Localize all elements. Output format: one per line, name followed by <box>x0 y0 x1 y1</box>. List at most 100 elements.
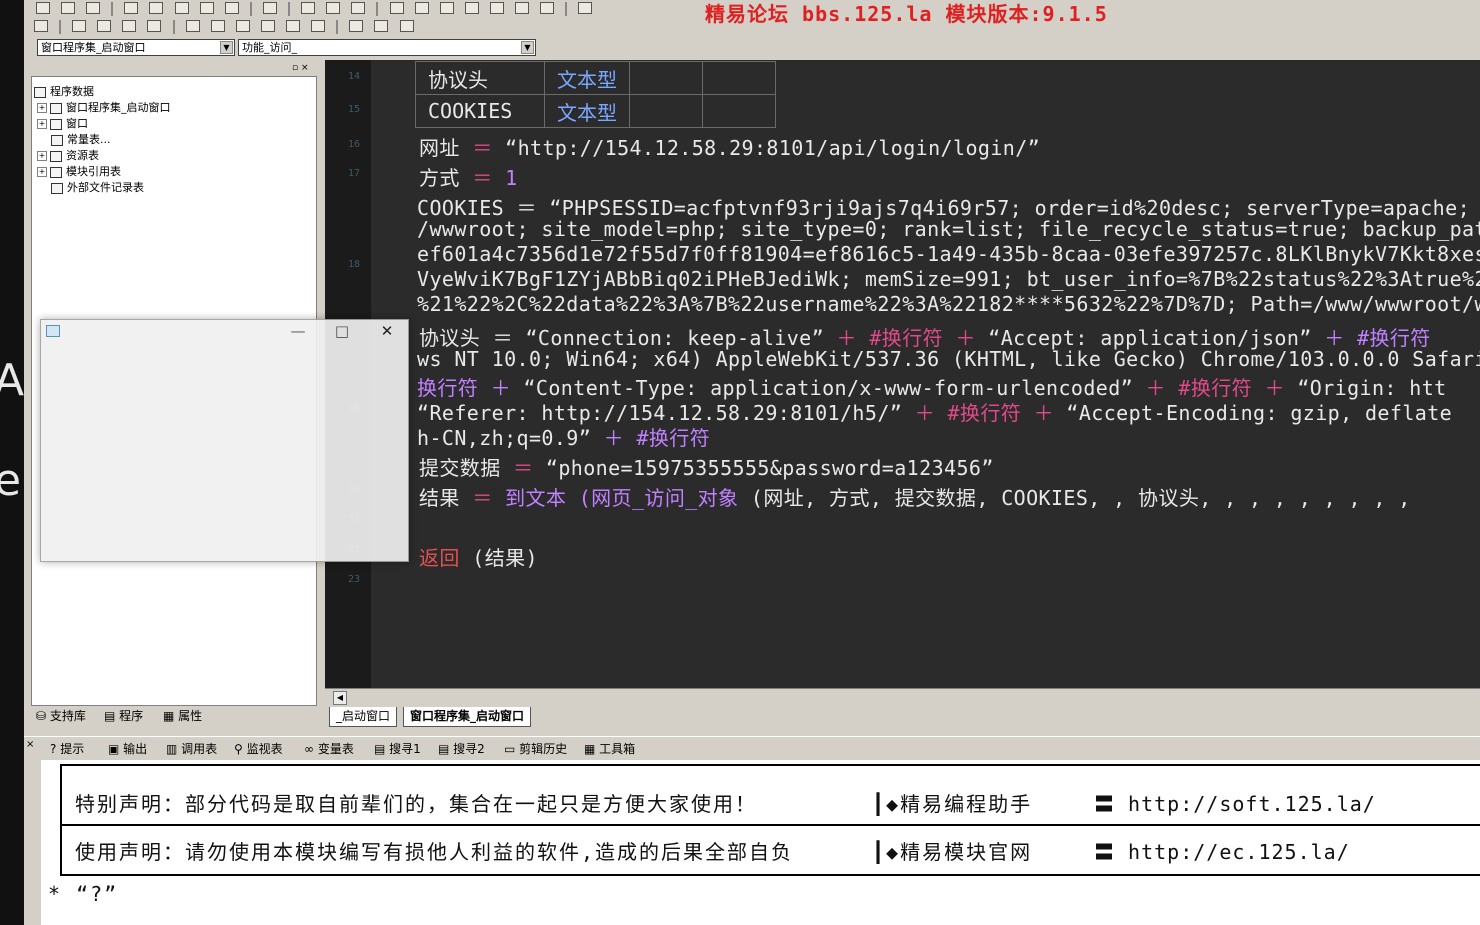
binoculars-icon[interactable] <box>578 2 593 14</box>
align-icon[interactable] <box>235 20 250 32</box>
panel-close-icon[interactable]: × <box>301 63 309 73</box>
open-icon[interactable] <box>61 2 76 14</box>
align-icon[interactable] <box>260 20 275 32</box>
search-icon: ⚲ <box>234 742 247 756</box>
tab-toolbox[interactable]: ▦ 工具箱 <box>584 741 635 757</box>
new-icon[interactable] <box>36 2 50 14</box>
tab-support-library[interactable]: ⛁ 支持库 <box>36 706 86 726</box>
copy-icon[interactable] <box>149 2 164 14</box>
layout-icon[interactable] <box>301 2 316 14</box>
separator <box>288 2 291 16</box>
tab-program[interactable]: ▤ 程序 <box>104 706 143 726</box>
floating-window[interactable]: — □ ✕ <box>40 319 409 562</box>
code-line-result[interactable]: 结果 ＝ 到文本 (网页_访问_对象 (网址, 方式, 提交数据, COOKIE… <box>419 482 1411 511</box>
desktop-glyph: A <box>0 355 25 406</box>
align-icon[interactable] <box>210 20 225 32</box>
redo-icon[interactable] <box>224 2 239 14</box>
cut-icon[interactable] <box>124 2 139 14</box>
tree-item-constants[interactable]: 常量表... <box>51 132 111 147</box>
minimize-button[interactable]: — <box>287 322 309 340</box>
step-icon[interactable] <box>514 2 529 14</box>
undo-icon[interactable] <box>199 2 214 14</box>
panel-close-icon[interactable]: × <box>26 737 34 753</box>
paste-icon[interactable] <box>174 2 189 14</box>
var-cell <box>629 61 703 95</box>
code-token: “Accept-Encoding: gzip, deflate <box>1053 401 1453 425</box>
code-line-headers[interactable]: h-CN,zh;q=0.9” ＋ #换行符 <box>417 422 710 451</box>
step-icon[interactable] <box>439 2 454 14</box>
tree-item-window[interactable]: + 窗口 <box>37 116 88 131</box>
tab-tips[interactable]: ? 提示 <box>50 741 84 757</box>
code-line-headers[interactable]: ws NT 10.0; Win64; x64) AppleWebKit/537.… <box>417 347 1480 371</box>
align-icon[interactable] <box>286 20 301 32</box>
chevron-down-icon[interactable]: ▼ <box>521 41 534 54</box>
tree-item-resources[interactable]: + 资源表 <box>37 148 99 163</box>
align-icon[interactable] <box>72 20 87 32</box>
size-icon[interactable] <box>374 20 389 32</box>
expand-icon[interactable]: + <box>37 119 47 129</box>
layout-icon[interactable] <box>326 2 341 14</box>
expand-icon[interactable]: + <box>37 151 47 161</box>
align-icon[interactable] <box>97 20 112 32</box>
class-selector[interactable]: 窗口程序集_启动窗口 ▼ <box>37 39 235 56</box>
tree-item-class[interactable]: + 窗口程序集_启动窗口 <box>37 100 171 115</box>
method-selector[interactable]: 功能_访问_ ▼ <box>238 39 536 56</box>
maximize-button[interactable]: □ <box>331 322 353 340</box>
close-button[interactable]: ✕ <box>376 322 398 340</box>
helper-url[interactable]: 〓 http://soft.125.la/ <box>1094 788 1376 817</box>
step-icon[interactable] <box>464 2 479 14</box>
scroll-left-icon[interactable]: ◀ <box>333 691 347 705</box>
tab-output[interactable]: ▣ 输出 <box>108 741 147 757</box>
tab-clipboard-history[interactable]: ▭ 剪辑历史 <box>504 741 567 757</box>
size-icon[interactable] <box>349 20 364 32</box>
tab-search-2[interactable]: ▤ 搜寻2 <box>438 741 485 757</box>
tab-call-table[interactable]: ▥ 调用表 <box>166 741 217 757</box>
var-cell <box>702 61 776 95</box>
official-site-url[interactable]: 〓 http://ec.125.la/ <box>1094 836 1350 865</box>
hand-icon[interactable] <box>540 2 555 14</box>
align-icon[interactable] <box>122 20 137 32</box>
code-line-post-data[interactable]: 提交数据 ＝ “phone=15975355555&password=a1234… <box>419 452 994 481</box>
save-icon[interactable] <box>86 2 101 14</box>
tab-class-start-window[interactable]: 窗口程序集_启动窗口 <box>403 707 532 727</box>
tab-variable-table[interactable]: ∞ 变量表 <box>304 741 354 757</box>
code-line-cookies[interactable]: /wwwroot; site_model=php; site_type=0; r… <box>417 217 1480 241</box>
desktop-glyph: e <box>0 455 22 506</box>
expand-icon[interactable]: + <box>37 103 47 113</box>
tab-search-1[interactable]: ▤ 搜寻1 <box>374 741 421 757</box>
tab-watch-table[interactable]: ⚲ 监视表 <box>234 741 283 757</box>
tree-item-label: 窗口 <box>66 117 88 130</box>
var-type: 文本型 <box>544 61 630 95</box>
step-icon[interactable] <box>489 2 504 14</box>
stop-icon[interactable] <box>414 2 429 14</box>
code-line-cookies[interactable]: ef601a4c7356d1e72f55d7f0ff81904=ef8616c5… <box>417 242 1480 266</box>
expand-icon[interactable]: + <box>37 167 47 177</box>
separator <box>172 20 175 34</box>
tree-item-external-files[interactable]: 外部文件记录表 <box>51 180 144 195</box>
app-icon <box>46 325 60 337</box>
chevron-down-icon[interactable]: ▼ <box>220 41 233 54</box>
code-line-cookies[interactable]: %21%22%2C%22data%22%3A%7B%22username%22%… <box>417 292 1480 316</box>
tab-label: 监视表 <box>246 742 283 756</box>
align-icon[interactable] <box>185 20 200 32</box>
grid-icon[interactable] <box>34 20 48 32</box>
code-line-url[interactable]: 网址 ＝ “http://154.12.58.29:8101/api/login… <box>419 132 1040 161</box>
align-icon[interactable] <box>311 20 326 32</box>
code-line-method[interactable]: 方式 ＝ 1 <box>419 162 518 191</box>
table-row[interactable]: COOKIES 文本型 <box>415 94 776 128</box>
size-icon[interactable] <box>399 20 414 32</box>
tree-item-module-refs[interactable]: + 模块引用表 <box>37 164 121 179</box>
code-line-return[interactable]: 返回 (结果) <box>419 542 538 571</box>
var-name: 协议头 <box>415 61 545 95</box>
tab-start-window[interactable]: _启动窗口 <box>329 707 398 727</box>
table-row[interactable]: 协议头 文本型 <box>415 61 776 95</box>
horizontal-scrollbar[interactable]: ◀ <box>325 688 1480 707</box>
run-icon[interactable] <box>389 2 404 14</box>
panel-restore-icon[interactable]: ▫ <box>292 63 298 73</box>
find-icon[interactable] <box>262 2 277 14</box>
code-line-cookies[interactable]: VyeWviK7BgF1ZYjABbBiq02iPHeBJediWk; memS… <box>417 267 1480 291</box>
align-icon[interactable] <box>147 20 162 32</box>
tree-item-root[interactable]: 程序数据 <box>34 84 94 99</box>
layout-icon[interactable] <box>351 2 366 14</box>
tab-properties[interactable]: ▦ 属性 <box>163 706 202 726</box>
